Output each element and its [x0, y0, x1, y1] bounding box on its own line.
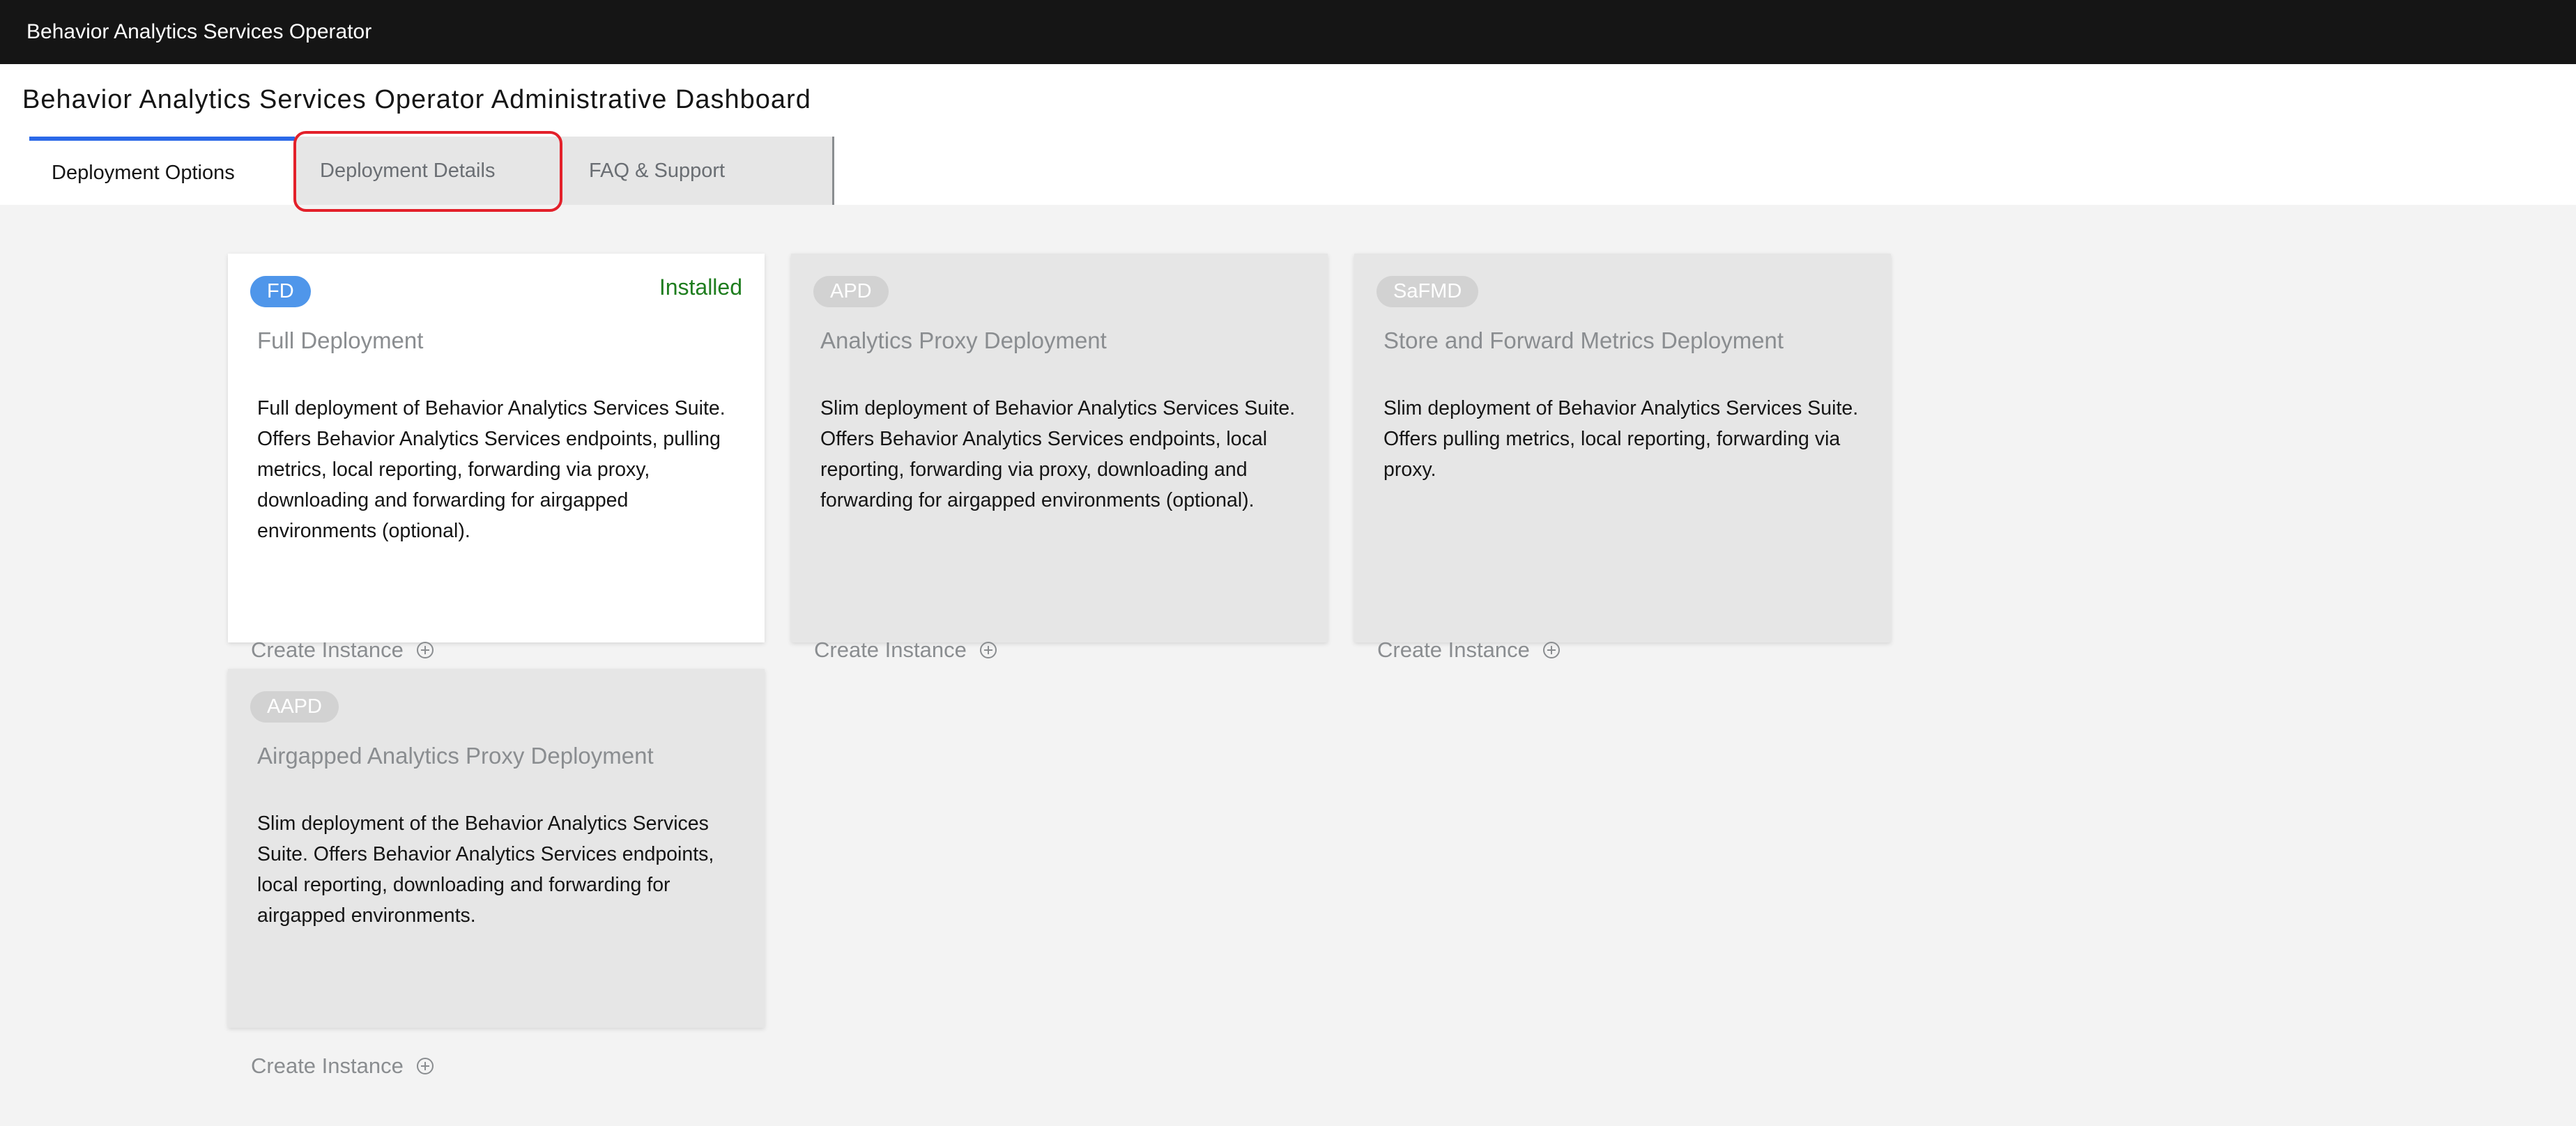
- card-description: Full deployment of Behavior Analytics Se…: [257, 397, 726, 542]
- plus-circle-icon: [416, 642, 434, 658]
- installed-status: Installed: [659, 275, 742, 300]
- tab-bar: Deployment Options Deployment Details FA…: [29, 137, 834, 205]
- deployment-badge: SaFMD: [1377, 276, 1479, 307]
- app-title: Behavior Analytics Services Operator: [26, 20, 372, 43]
- page-title: Behavior Analytics Services Operator Adm…: [22, 85, 811, 114]
- create-instance-label: Create Instance: [251, 638, 404, 662]
- tab-deployment-details[interactable]: Deployment Details: [295, 137, 562, 205]
- plus-circle-icon: [979, 642, 997, 658]
- tab-deployment-options[interactable]: Deployment Options: [29, 137, 295, 205]
- card-title: Full Deployment: [257, 327, 424, 353]
- create-instance-button[interactable]: Create Instance: [251, 1054, 434, 1079]
- deployment-badge: APD: [813, 276, 889, 307]
- deployment-card-full: FD Installed Full Deployment Full deploy…: [228, 254, 765, 642]
- deployment-card-analytics-proxy: APD Analytics Proxy Deployment Slim depl…: [791, 254, 1328, 642]
- card-description: Slim deployment of Behavior Analytics Se…: [820, 397, 1296, 511]
- deployment-badge: FD: [250, 276, 311, 307]
- create-instance-label: Create Instance: [251, 1054, 404, 1078]
- create-instance-button[interactable]: Create Instance: [1377, 638, 1561, 663]
- create-instance-label: Create Instance: [1377, 638, 1530, 662]
- card-description: Slim deployment of the Behavior Analytic…: [257, 812, 714, 927]
- deployment-card-airgapped: AAPD Airgapped Analytics Proxy Deploymen…: [228, 669, 765, 1028]
- tab-faq-support[interactable]: FAQ & Support: [562, 137, 834, 205]
- create-instance-button[interactable]: Create Instance: [814, 638, 997, 663]
- plus-circle-icon: [1542, 642, 1560, 658]
- create-instance-button[interactable]: Create Instance: [251, 638, 434, 663]
- card-title: Analytics Proxy Deployment: [820, 327, 1107, 353]
- deployment-card-store-forward: SaFMD Store and Forward Metrics Deployme…: [1354, 254, 1891, 642]
- deployment-badge: AAPD: [250, 691, 339, 723]
- plus-circle-icon: [416, 1058, 434, 1074]
- card-title: Store and Forward Metrics Deployment: [1383, 327, 1784, 353]
- create-instance-label: Create Instance: [814, 638, 967, 662]
- card-title: Airgapped Analytics Proxy Deployment: [257, 743, 654, 769]
- card-description: Slim deployment of Behavior Analytics Se…: [1383, 397, 1859, 481]
- top-bar: Behavior Analytics Services Operator: [0, 0, 2576, 64]
